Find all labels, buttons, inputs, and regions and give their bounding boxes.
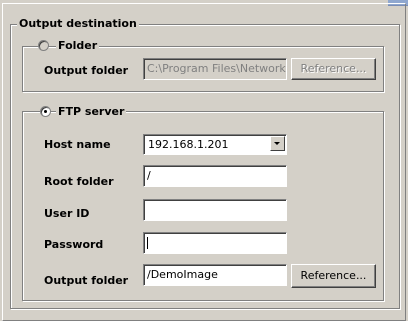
folder-output-folder-label: Output folder bbox=[44, 64, 129, 77]
host-name-label: Host name bbox=[44, 138, 111, 151]
output-destination-title: Output destination bbox=[17, 17, 139, 30]
ftp-server-radio[interactable] bbox=[40, 106, 51, 117]
ftp-server-radio-label: FTP server bbox=[56, 105, 127, 118]
password-field[interactable] bbox=[143, 232, 287, 254]
ftp-output-folder-field[interactable]: /DemoImage bbox=[143, 264, 287, 286]
user-id-field[interactable] bbox=[143, 199, 287, 221]
root-folder-label: Root folder bbox=[44, 175, 114, 188]
ftp-reference-button[interactable]: Reference... bbox=[291, 264, 376, 288]
password-label: Password bbox=[44, 238, 104, 251]
chevron-down-icon[interactable] bbox=[270, 136, 285, 151]
root-folder-field[interactable]: / bbox=[143, 165, 287, 187]
folder-radio[interactable] bbox=[38, 40, 49, 51]
text-caret bbox=[147, 237, 148, 249]
folder-output-folder-field[interactable]: C:\Program Files\Network bbox=[143, 58, 287, 80]
host-name-value: 192.168.1.201 bbox=[148, 138, 229, 151]
host-name-combobox[interactable]: 192.168.1.201 bbox=[143, 134, 287, 155]
user-id-label: User ID bbox=[44, 207, 90, 220]
folder-reference-button[interactable]: Reference... bbox=[291, 58, 376, 80]
ftp-output-folder-label: Output folder bbox=[44, 274, 129, 287]
radio-selected-dot bbox=[44, 110, 47, 113]
folder-radio-label: Folder bbox=[56, 39, 100, 52]
